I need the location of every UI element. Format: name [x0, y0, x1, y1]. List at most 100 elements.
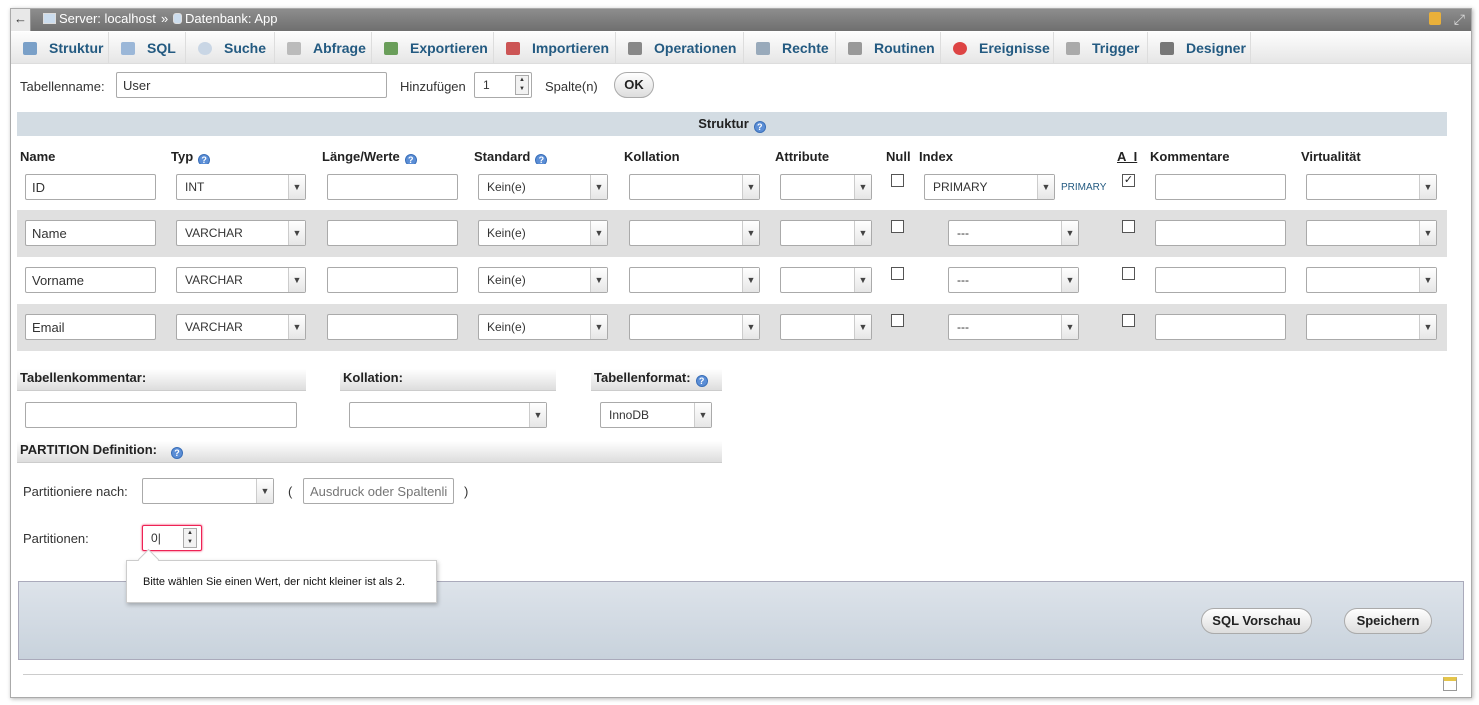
paren-open: (: [288, 484, 293, 499]
paren-close: ): [464, 484, 469, 499]
virtuality-select[interactable]: ▼: [1306, 314, 1437, 340]
index-select[interactable]: --- ▼: [948, 220, 1079, 246]
table-collation-select[interactable]: ▼: [349, 402, 547, 428]
length-input[interactable]: [327, 220, 458, 246]
ai-checkbox[interactable]: [1122, 314, 1135, 327]
structure-header: Struktur?: [17, 112, 1447, 136]
tab-designer[interactable]: Designer: [1148, 32, 1251, 64]
chevron-down-icon: ▼: [742, 221, 759, 245]
lock-icon[interactable]: [1429, 12, 1441, 25]
header-virtuality: Virtualität: [1301, 149, 1361, 164]
comment-input[interactable]: [1155, 314, 1286, 340]
ok-button[interactable]: OK: [614, 72, 654, 98]
attribute-select[interactable]: ▼: [780, 220, 872, 246]
length-input[interactable]: [327, 314, 458, 340]
structure-icon: [23, 42, 37, 55]
default-select[interactable]: Kein(e) ▼: [478, 220, 608, 246]
help-icon[interactable]: ?: [753, 121, 766, 133]
null-checkbox[interactable]: [891, 174, 904, 187]
collapse-icon[interactable]: ⤢: [1454, 9, 1465, 29]
tab-sql[interactable]: SQL: [109, 32, 186, 64]
tab-struktur[interactable]: Struktur: [11, 32, 109, 64]
console-icon[interactable]: [1443, 677, 1457, 691]
null-checkbox[interactable]: [891, 267, 904, 280]
help-icon[interactable]: ?: [170, 447, 183, 459]
table-format-select[interactable]: InnoDB ▼: [600, 402, 712, 428]
chevron-down-icon: ▼: [590, 175, 607, 199]
collation-select[interactable]: ▼: [629, 220, 760, 246]
index-select[interactable]: --- ▼: [948, 314, 1079, 340]
chevron-down-icon: ▼: [288, 175, 305, 199]
index-tag[interactable]: PRIMARY: [1061, 182, 1106, 193]
tab-ereignisse[interactable]: Ereignisse: [941, 32, 1054, 64]
tab-suche[interactable]: Suche: [186, 32, 275, 64]
type-select[interactable]: VARCHAR ▼: [176, 314, 306, 340]
null-checkbox[interactable]: [891, 314, 904, 327]
column-name-input[interactable]: [25, 314, 156, 340]
column-name-input[interactable]: [25, 174, 156, 200]
ai-checkbox[interactable]: [1122, 267, 1135, 280]
table-comment-input[interactable]: [25, 402, 297, 428]
chevron-down-icon: ▼: [529, 403, 546, 427]
attribute-select[interactable]: ▼: [780, 267, 872, 293]
comment-input[interactable]: [1155, 220, 1286, 246]
index-select[interactable]: --- ▼: [948, 267, 1079, 293]
partitions-count-input[interactable]: 0| ▲ ▼: [142, 525, 202, 551]
breadcrumb-database[interactable]: Datenbank: App: [173, 9, 278, 29]
attribute-select[interactable]: ▼: [780, 314, 872, 340]
tab-bar: Struktur SQL Suche Abfrage Exportieren I…: [11, 32, 1471, 64]
comment-input[interactable]: [1155, 267, 1286, 293]
routines-icon: [848, 42, 862, 55]
type-select[interactable]: VARCHAR ▼: [176, 267, 306, 293]
partition-expression-input[interactable]: [303, 478, 454, 504]
save-button[interactable]: Speichern: [1344, 608, 1432, 634]
collation-select[interactable]: ▼: [629, 174, 760, 200]
spinner-icon[interactable]: ▲ ▼: [515, 75, 529, 95]
column-name-input[interactable]: [25, 267, 156, 293]
chevron-down-icon: ▼: [256, 479, 273, 503]
default-select[interactable]: Kein(e) ▼: [478, 314, 608, 340]
header-name: Name: [20, 149, 56, 164]
length-input[interactable]: [327, 174, 458, 200]
add-column-count-input[interactable]: 1 ▲ ▼: [474, 72, 532, 98]
chevron-down-icon: ▼: [742, 315, 759, 339]
default-select[interactable]: Kein(e) ▼: [478, 174, 608, 200]
collation-select[interactable]: ▼: [629, 267, 760, 293]
tab-operationen[interactable]: Operationen: [616, 32, 744, 64]
tab-routinen[interactable]: Routinen: [836, 32, 941, 64]
chevron-down-icon: ▼: [854, 175, 871, 199]
tab-rechte[interactable]: Rechte: [744, 32, 836, 64]
chevron-down-icon: ▼: [590, 268, 607, 292]
sql-icon: [121, 42, 135, 55]
ai-checkbox[interactable]: [1122, 220, 1135, 233]
help-icon[interactable]: ?: [695, 375, 708, 387]
virtuality-select[interactable]: ▼: [1306, 267, 1437, 293]
breadcrumb-separator: »: [161, 11, 169, 26]
spinner-icon[interactable]: ▲ ▼: [183, 528, 197, 548]
comment-input[interactable]: [1155, 174, 1286, 200]
virtuality-select[interactable]: ▼: [1306, 174, 1437, 200]
index-select[interactable]: PRIMARY ▼: [924, 174, 1055, 200]
type-select[interactable]: INT ▼: [176, 174, 306, 200]
length-input[interactable]: [327, 267, 458, 293]
tab-abfrage[interactable]: Abfrage: [275, 32, 372, 64]
collation-select[interactable]: ▼: [629, 314, 760, 340]
type-select[interactable]: VARCHAR ▼: [176, 220, 306, 246]
partition-by-select[interactable]: ▼: [142, 478, 274, 504]
breadcrumb-server[interactable]: Server: localhost: [43, 9, 156, 29]
column-name-input[interactable]: [25, 220, 156, 246]
attribute-select[interactable]: ▼: [780, 174, 872, 200]
chevron-down-icon: ▼: [288, 221, 305, 245]
sql-preview-button[interactable]: SQL Vorschau: [1201, 608, 1312, 634]
table-name-input[interactable]: [116, 72, 387, 98]
tab-exportieren[interactable]: Exportieren: [372, 32, 494, 64]
ai-checkbox[interactable]: ✓: [1122, 174, 1135, 187]
null-checkbox[interactable]: [891, 220, 904, 233]
header-null: Null: [886, 149, 911, 164]
back-arrow-icon[interactable]: ←: [11, 9, 31, 31]
tab-trigger[interactable]: Trigger: [1054, 32, 1148, 64]
chevron-down-icon: ▼: [1061, 315, 1078, 339]
tab-importieren[interactable]: Importieren: [494, 32, 616, 64]
virtuality-select[interactable]: ▼: [1306, 220, 1437, 246]
default-select[interactable]: Kein(e) ▼: [478, 267, 608, 293]
